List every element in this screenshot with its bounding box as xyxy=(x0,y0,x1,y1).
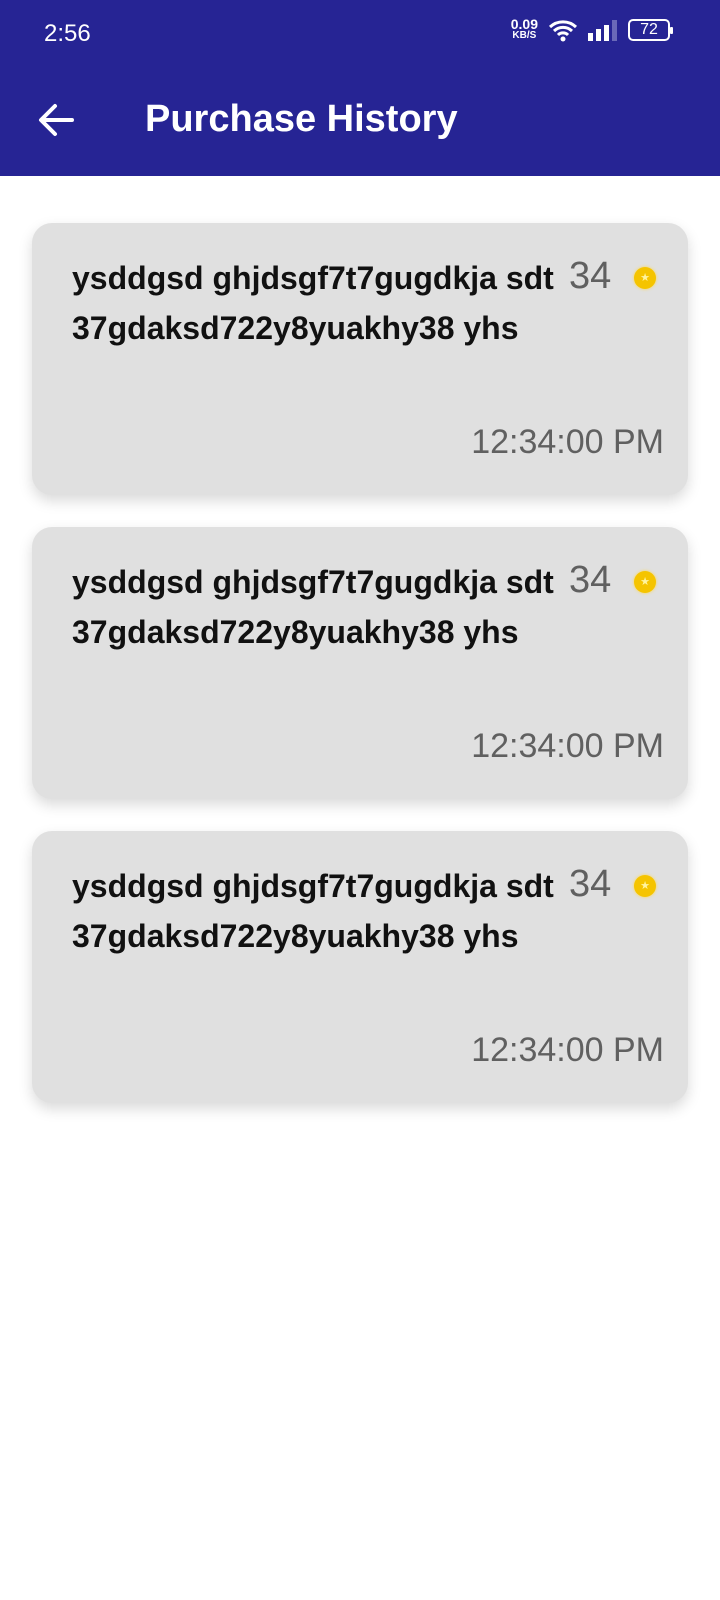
page-title: Purchase History xyxy=(145,98,458,140)
coin-icon: ★ xyxy=(634,571,656,593)
purchase-amount: 34 xyxy=(569,863,612,905)
signal-icon xyxy=(588,20,617,41)
wifi-icon xyxy=(548,20,578,42)
purchase-name: ysddgsd ghjdsgf7t7gugdkja sdt37gdaksd722… xyxy=(72,260,554,346)
purchase-card[interactable]: ysddgsd ghjdsgf7t7gugdkja sdt37gdaksd722… xyxy=(32,527,688,799)
purchase-time: 12:34:00 PM xyxy=(471,423,664,461)
purchase-card[interactable]: ysddgsd ghjdsgf7t7gugdkja sdt37gdaksd722… xyxy=(32,223,688,495)
speed-unit: KB/S xyxy=(512,30,537,41)
app-bar: 2:56 0.09 KB/S 72 Purchase History xyxy=(0,0,720,176)
purchase-name: ysddgsd ghjdsgf7t7gugdkja sdt37gdaksd722… xyxy=(72,564,554,650)
network-speed: 0.09 KB/S xyxy=(511,17,538,42)
purchase-amount: 34 xyxy=(569,559,612,601)
coin-icon: ★ xyxy=(634,267,656,289)
arrow-left-icon[interactable] xyxy=(36,100,76,140)
status-icons: 0.09 KB/S 72 xyxy=(511,17,673,42)
battery-icon: 72 xyxy=(628,19,673,41)
purchase-amount: 34 xyxy=(569,255,612,297)
coin-icon: ★ xyxy=(634,875,656,897)
status-time: 2:56 xyxy=(44,20,91,47)
purchase-time: 12:34:00 PM xyxy=(471,1031,664,1069)
purchase-card[interactable]: ysddgsd ghjdsgf7t7gugdkja sdt37gdaksd722… xyxy=(32,831,688,1103)
purchase-name: ysddgsd ghjdsgf7t7gugdkja sdt37gdaksd722… xyxy=(72,868,554,954)
purchase-time: 12:34:00 PM xyxy=(471,727,664,765)
